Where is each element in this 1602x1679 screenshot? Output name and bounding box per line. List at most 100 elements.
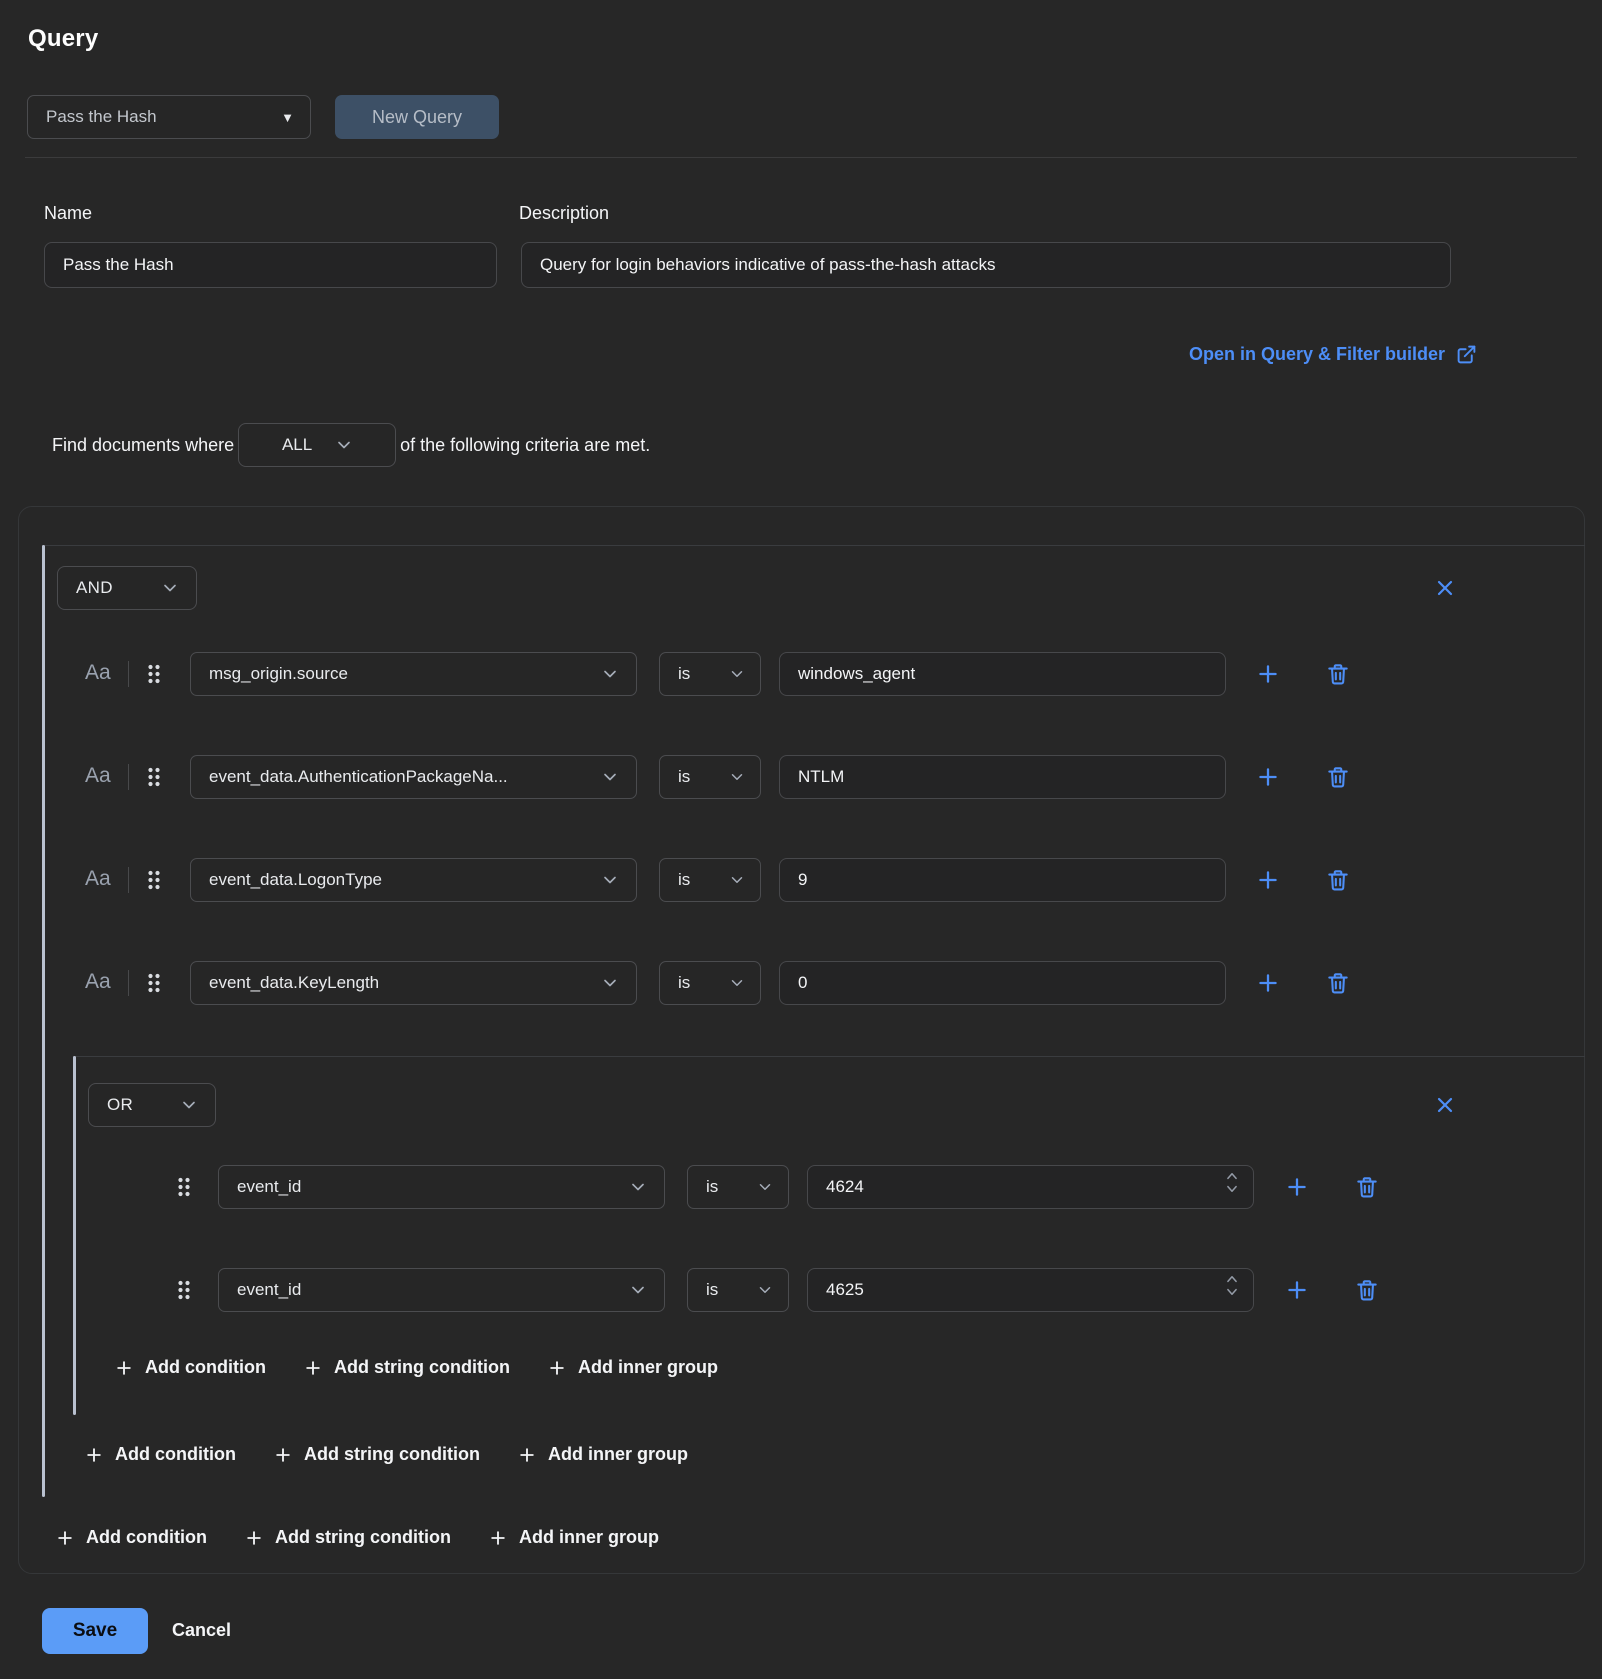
operator-select[interactable]: is (659, 961, 761, 1005)
save-button[interactable]: Save (42, 1608, 148, 1654)
operator-select[interactable]: is (659, 755, 761, 799)
add-condition-after-button[interactable] (1284, 1277, 1310, 1303)
delete-condition-button[interactable] (1325, 764, 1351, 790)
field-select[interactable]: msg_origin.source (190, 652, 637, 696)
header-divider (25, 157, 1577, 158)
string-type-badge: Aa (85, 764, 125, 788)
add-condition-after-button[interactable] (1255, 764, 1281, 790)
delete-condition-button[interactable] (1354, 1277, 1380, 1303)
chevron-down-icon (179, 1095, 199, 1115)
condition-value-field[interactable] (779, 652, 1226, 696)
add-condition-button[interactable]: Add condition (55, 1527, 207, 1548)
add-condition-button[interactable]: Add condition (114, 1357, 266, 1378)
condition-number-field[interactable] (807, 1165, 1254, 1209)
trash-icon (1325, 867, 1351, 893)
description-label: Description (519, 203, 609, 224)
trash-icon (1325, 970, 1351, 996)
root-add-actions: Add condition Add string condition Add i… (55, 1527, 659, 1548)
chevron-down-icon (1225, 1184, 1239, 1195)
chevron-down-icon (728, 768, 746, 786)
drag-handle-icon[interactable] (146, 663, 162, 685)
condition-number-field[interactable] (807, 1268, 1254, 1312)
chevron-down-icon (628, 1177, 648, 1197)
add-string-condition-button[interactable]: Add string condition (303, 1357, 510, 1378)
row-divider (128, 661, 129, 687)
operator-select[interactable]: is (659, 858, 761, 902)
number-stepper[interactable] (1225, 1170, 1239, 1195)
add-string-condition-button[interactable]: Add string condition (273, 1444, 480, 1465)
plus-icon (1255, 764, 1281, 790)
field-select[interactable]: event_id (218, 1268, 665, 1312)
remove-and-group-button[interactable] (1433, 576, 1457, 600)
delete-condition-button[interactable] (1325, 970, 1351, 996)
plus-icon (1255, 867, 1281, 893)
operator-select-value: is (678, 767, 690, 787)
chevron-down-icon (756, 1178, 774, 1196)
saved-query-select[interactable]: Pass the Hash ▼ (27, 95, 311, 139)
add-condition-after-button[interactable] (1284, 1174, 1310, 1200)
operator-select[interactable]: is (659, 652, 761, 696)
new-query-button[interactable]: New Query (335, 95, 499, 139)
plus-icon (1255, 661, 1281, 687)
and-group-top-border (42, 545, 1585, 546)
add-string-condition-button[interactable]: Add string condition (244, 1527, 451, 1548)
condition-value-field[interactable] (779, 755, 1226, 799)
plus-icon (273, 1445, 293, 1465)
plus-icon (55, 1528, 75, 1548)
and-operator-select[interactable]: AND (57, 566, 197, 610)
plus-icon (488, 1528, 508, 1548)
field-select[interactable]: event_data.LogonType (190, 858, 637, 902)
and-group-add-actions: Add condition Add string condition Add i… (84, 1444, 688, 1465)
drag-handle-icon[interactable] (176, 1279, 192, 1301)
add-inner-group-button[interactable]: Add inner group (517, 1444, 688, 1465)
operator-select-value: is (678, 973, 690, 993)
chevron-down-icon (728, 871, 746, 889)
delete-condition-button[interactable] (1325, 661, 1351, 687)
field-select[interactable]: event_id (218, 1165, 665, 1209)
plus-icon (1284, 1277, 1310, 1303)
field-select[interactable]: event_data.KeyLength (190, 961, 637, 1005)
row-divider (128, 867, 129, 893)
delete-condition-button[interactable] (1354, 1174, 1380, 1200)
or-operator-value: OR (107, 1095, 133, 1115)
delete-condition-button[interactable] (1325, 867, 1351, 893)
chevron-down-icon (600, 973, 620, 993)
add-inner-group-button[interactable]: Add inner group (488, 1527, 659, 1548)
chevron-down-icon (756, 1281, 774, 1299)
operator-select[interactable]: is (687, 1268, 789, 1312)
close-icon (1433, 1093, 1457, 1117)
operator-select[interactable]: is (687, 1165, 789, 1209)
drag-handle-icon[interactable] (176, 1176, 192, 1198)
chevron-down-icon (628, 1280, 648, 1300)
cancel-button[interactable]: Cancel (172, 1620, 231, 1641)
match-all-select[interactable]: ALL (238, 423, 396, 467)
chevron-down-icon (1225, 1287, 1239, 1298)
condition-value-field[interactable] (779, 961, 1226, 1005)
drag-handle-icon[interactable] (146, 869, 162, 891)
drag-handle-icon[interactable] (146, 766, 162, 788)
add-condition-after-button[interactable] (1255, 867, 1281, 893)
add-condition-after-button[interactable] (1255, 661, 1281, 687)
criteria-sentence: Find documents where ALL of the followin… (52, 423, 650, 467)
chevron-up-icon (1225, 1273, 1239, 1284)
add-inner-group-button[interactable]: Add inner group (547, 1357, 718, 1378)
description-field[interactable] (521, 242, 1451, 288)
number-stepper[interactable] (1225, 1273, 1239, 1298)
name-label: Name (44, 203, 92, 224)
drag-handle-icon[interactable] (146, 972, 162, 994)
remove-or-group-button[interactable] (1433, 1093, 1457, 1117)
add-condition-after-button[interactable] (1255, 970, 1281, 996)
chevron-down-icon (160, 578, 180, 598)
chevron-up-icon (1225, 1170, 1239, 1181)
or-group-indent-bar (73, 1056, 76, 1415)
or-operator-select[interactable]: OR (88, 1083, 216, 1127)
open-in-query-filter-builder-link[interactable]: Open in Query & Filter builder (1189, 344, 1477, 365)
plus-icon (114, 1358, 134, 1378)
builder-link-label: Open in Query & Filter builder (1189, 344, 1445, 365)
field-select-value: event_id (237, 1280, 301, 1300)
name-field[interactable] (44, 242, 497, 288)
condition-value-field[interactable] (779, 858, 1226, 902)
plus-icon (547, 1358, 567, 1378)
field-select[interactable]: event_data.AuthenticationPackageNa... (190, 755, 637, 799)
add-condition-button[interactable]: Add condition (84, 1444, 236, 1465)
